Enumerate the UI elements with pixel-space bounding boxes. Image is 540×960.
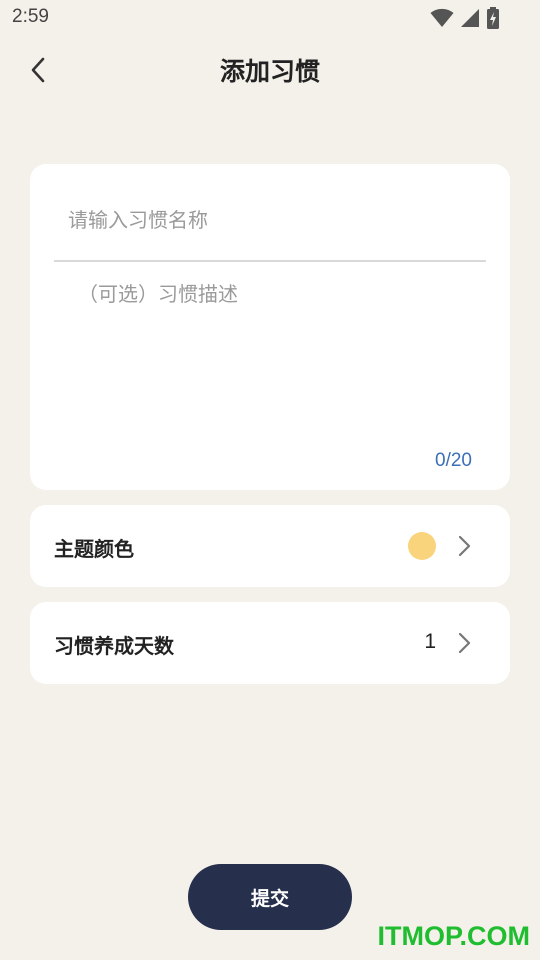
habit-name-input[interactable] — [54, 192, 486, 248]
char-count: 0/20 — [435, 450, 472, 471]
status-icons — [430, 7, 500, 33]
battery-charging-icon — [486, 7, 500, 33]
status-time: 2:59 — [12, 6, 49, 27]
chevron-right-icon — [452, 631, 476, 655]
habit-days-row[interactable]: 习惯养成天数 1 — [30, 602, 510, 684]
cellular-signal-icon — [460, 8, 480, 32]
status-bar: 2:59 — [0, 0, 540, 36]
theme-color-label: 主题颜色 — [54, 537, 134, 561]
habit-days-value: 1 — [424, 630, 436, 653]
watermark: ITMOP.COM — [377, 921, 530, 951]
submit-button[interactable]: 提交 — [188, 864, 352, 930]
habit-days-label: 习惯养成天数 — [54, 634, 174, 658]
theme-color-row[interactable]: 主题颜色 — [30, 505, 510, 587]
theme-color-swatch — [408, 532, 436, 560]
page-title: 添加习惯 — [219, 57, 320, 86]
chevron-right-icon — [452, 534, 476, 558]
habit-form-card: 0/20 — [30, 164, 510, 490]
wifi-icon — [430, 8, 454, 32]
habit-description-input[interactable] — [66, 278, 486, 428]
divider — [54, 260, 486, 262]
header: 添加习惯 — [0, 40, 540, 104]
